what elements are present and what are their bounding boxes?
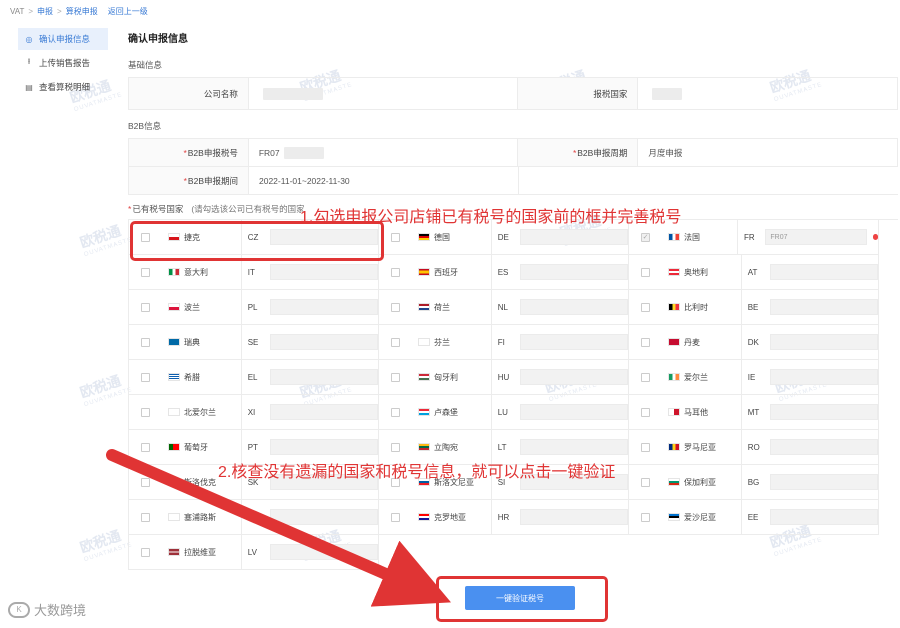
footer-logo: K 大数跨境 <box>8 600 86 619</box>
logo-icon: K <box>8 601 30 618</box>
annotation-arrow <box>106 449 452 607</box>
